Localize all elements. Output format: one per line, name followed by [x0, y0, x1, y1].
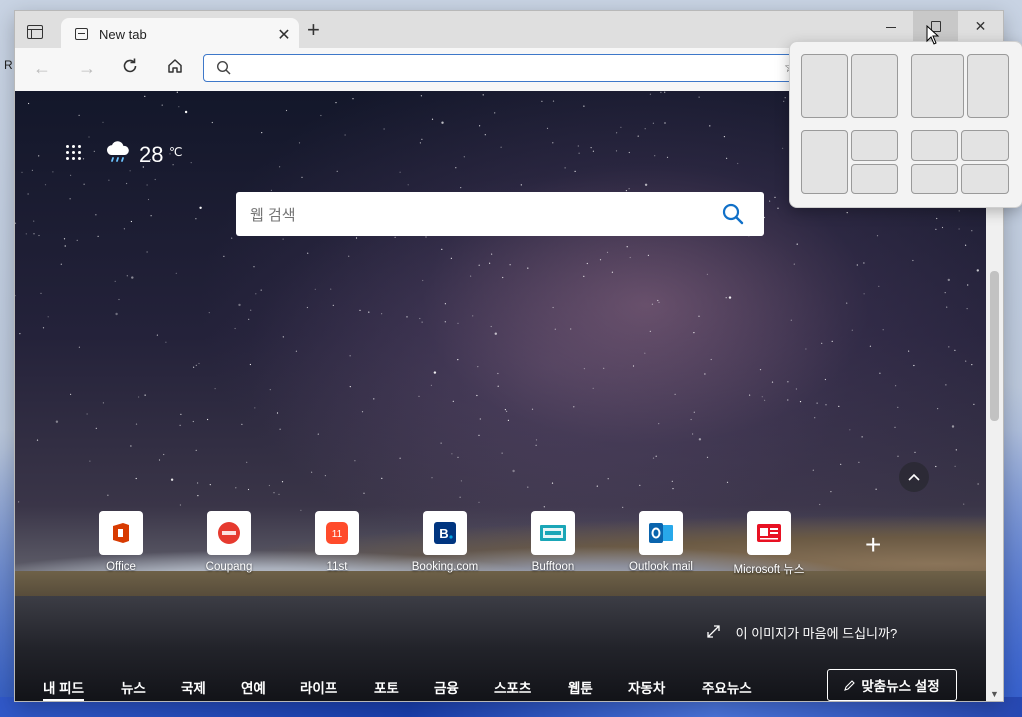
- quick-link-11st[interactable]: 11 11st: [287, 511, 387, 573]
- snap-zone-right-third[interactable]: [967, 54, 1009, 118]
- feed-tab-auto[interactable]: 자동차: [628, 677, 665, 697]
- quick-link-label: Outlook mail: [629, 561, 693, 573]
- snap-zone-top-left[interactable]: [911, 130, 958, 161]
- news-icon: [757, 524, 781, 542]
- weather-temperature[interactable]: 28: [139, 142, 163, 168]
- web-search-box[interactable]: [236, 192, 764, 236]
- quick-link-label: Office: [106, 561, 136, 573]
- home-icon: [168, 59, 182, 73]
- feed-tab-world[interactable]: 국제: [181, 677, 206, 697]
- bufftoon-icon: [540, 525, 566, 541]
- home-button[interactable]: [164, 57, 186, 80]
- web-search-input[interactable]: [248, 204, 712, 226]
- new-tab-page-icon: [75, 28, 88, 40]
- quick-link-office[interactable]: Office: [71, 511, 171, 573]
- svg-text:B: B: [439, 526, 448, 541]
- coupang-icon: [218, 522, 240, 544]
- address-input[interactable]: [240, 58, 804, 78]
- close-window-button[interactable]: ✕: [958, 11, 1003, 41]
- feed-tab-webtoon[interactable]: 웹툰: [568, 677, 593, 697]
- like-image-text: 이 이미지가 마음에 드십니까?: [735, 626, 898, 641]
- snap-zone-bottom-right[interactable]: [851, 164, 898, 194]
- quick-link-label: 11st: [326, 561, 348, 573]
- snap-zone-bottom-right-quad[interactable]: [961, 164, 1009, 194]
- apps-launcher-icon[interactable]: [66, 145, 84, 163]
- feed-tab-finance[interactable]: 금융: [434, 677, 459, 697]
- pencil-icon: [844, 679, 856, 691]
- tab-close-icon[interactable]: ✕: [275, 25, 293, 45]
- expand-icon: [707, 625, 720, 638]
- snap-zone-left-main[interactable]: [801, 130, 848, 194]
- quick-link-label: Booking.com: [411, 561, 479, 573]
- personalize-news-button[interactable]: 맞춤뉴스 설정: [827, 669, 957, 701]
- quick-link-outlook[interactable]: Outlook mail: [611, 511, 711, 573]
- add-quick-link-button[interactable]: +: [865, 529, 881, 561]
- feed-tab-entertainment[interactable]: 연예: [241, 677, 266, 697]
- mouse-cursor-icon: [926, 25, 940, 45]
- quick-link-microsoft-news[interactable]: Microsoft 뉴스: [719, 511, 819, 577]
- booking-icon: B: [434, 522, 456, 544]
- like-image-prompt[interactable]: 이 이미지가 마음에 드십니까?: [707, 623, 897, 642]
- chevron-up-icon: [908, 473, 920, 481]
- minimize-button[interactable]: [868, 11, 913, 41]
- snap-zone-left-half[interactable]: [801, 54, 848, 118]
- address-bar[interactable]: ☆: [203, 54, 843, 82]
- back-button[interactable]: ←: [31, 58, 53, 79]
- quick-link-coupang[interactable]: Coupang: [179, 511, 279, 573]
- quick-links: Office Coupang 11 11st B Booking.com Buf…: [15, 511, 986, 581]
- outlook-icon: [649, 523, 673, 543]
- svg-text:11: 11: [332, 529, 343, 540]
- quick-link-label: Coupang: [205, 561, 253, 573]
- feed-navigation: 내 피드 뉴스 국제 연예 라이프 포토 금융 스포츠 웹툰 자동차 주요뉴스 …: [15, 669, 986, 701]
- quick-link-label: Bufftoon: [531, 561, 575, 573]
- scroll-up-button[interactable]: [899, 462, 929, 492]
- snap-zone-top-right-quad[interactable]: [961, 130, 1009, 161]
- refresh-button[interactable]: [119, 57, 141, 80]
- new-tab-button[interactable]: +: [307, 19, 320, 41]
- weather-unit: ℃: [169, 145, 183, 159]
- snap-zone-right-half[interactable]: [851, 54, 898, 118]
- search-button-icon[interactable]: [722, 203, 744, 225]
- tab-title: New tab: [99, 27, 147, 42]
- tab-actions-icon[interactable]: [27, 25, 43, 39]
- personalize-label: 맞춤뉴스 설정: [861, 679, 940, 694]
- snap-zone-bottom-left[interactable]: [911, 164, 958, 194]
- feed-tab-photo[interactable]: 포토: [374, 677, 399, 697]
- desktop-edge-text: R: [4, 58, 13, 72]
- rain-cloud-icon[interactable]: [104, 141, 132, 165]
- feed-tab-my-feed[interactable]: 내 피드: [43, 677, 85, 701]
- quick-link-bufftoon[interactable]: Bufftoon: [503, 511, 603, 573]
- search-icon: [216, 60, 231, 75]
- feed-tab-top-news[interactable]: 주요뉴스: [702, 677, 752, 697]
- scroll-down-arrow-icon[interactable]: ▼: [990, 689, 999, 699]
- tab-new-tab[interactable]: New tab ✕: [61, 18, 299, 50]
- office-icon: [113, 523, 129, 543]
- 11st-icon: 11: [326, 522, 348, 544]
- feed-tab-life[interactable]: 라이프: [300, 677, 337, 697]
- snap-layouts-flyout: [789, 41, 1022, 208]
- quick-link-booking[interactable]: B Booking.com: [395, 511, 495, 573]
- refresh-icon: [123, 58, 137, 73]
- snap-zone-left-two-thirds[interactable]: [911, 54, 964, 118]
- feed-tab-news[interactable]: 뉴스: [121, 677, 146, 697]
- quick-link-label: Microsoft 뉴스: [733, 564, 805, 576]
- minimize-icon: [885, 26, 896, 28]
- forward-button[interactable]: →: [76, 58, 98, 79]
- snap-zone-top-right[interactable]: [851, 130, 898, 161]
- feed-tab-sports[interactable]: 스포츠: [494, 677, 531, 697]
- scrollbar-thumb[interactable]: [990, 271, 999, 421]
